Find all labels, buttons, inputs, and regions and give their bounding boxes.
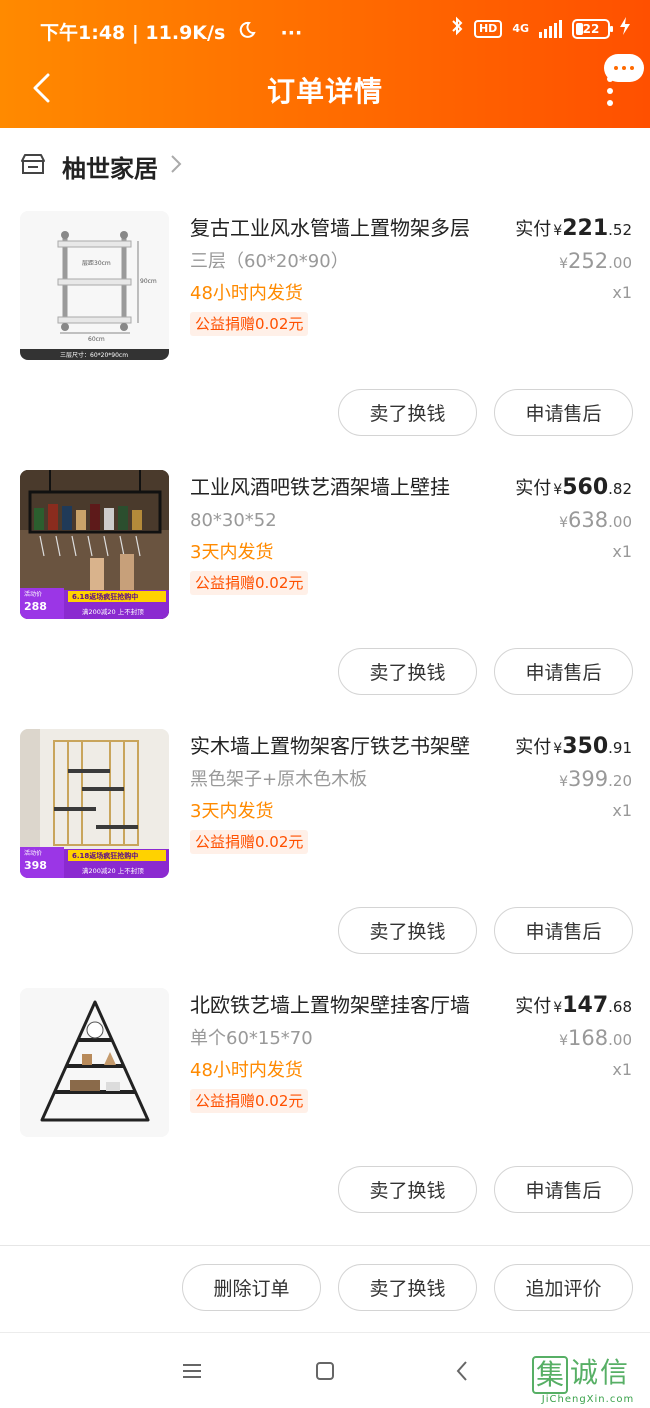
back-nav-icon[interactable] bbox=[442, 1355, 482, 1387]
network-type: 4G bbox=[512, 22, 529, 35]
paid-price: 实付 ¥560.82 bbox=[515, 475, 632, 500]
promo-banner: 6.18返场疯狂抢购中 bbox=[72, 592, 138, 601]
order-item: 活动价 288 6.18返场疯狂抢购中 满200减20 上不封顶 工业风酒吧铁艺… bbox=[0, 470, 650, 729]
promo-tag: 活动价 bbox=[24, 590, 42, 598]
product-image[interactable]: 活动价 398 6.18返场疯狂抢购中 满200减20 上不封顶 bbox=[20, 729, 169, 878]
promo-sub: 满200减20 上不封顶 bbox=[82, 607, 144, 616]
add-review-button[interactable]: 追加评价 bbox=[494, 1264, 633, 1311]
original-price: ¥252.00 bbox=[559, 249, 632, 273]
order-item: 北欧铁艺墙上置物架壁挂客厅墙 单个60*15*70 48小时内发货 公益捐赠0.… bbox=[0, 988, 650, 1247]
donation-badge: 公益捐赠0.02元 bbox=[190, 830, 309, 854]
donation-badge: 公益捐赠0.02元 bbox=[190, 312, 309, 336]
product-title[interactable]: 复古工业风水管墙上置物架多层 bbox=[190, 213, 500, 243]
shipping-time: 3天内发货 bbox=[190, 801, 274, 822]
product-sku: 三层（60*20*90） bbox=[190, 251, 349, 272]
after-sales-button[interactable]: 申请售后 bbox=[494, 907, 633, 954]
more-menu-button[interactable] bbox=[598, 74, 622, 106]
promo-tag: 活动价 bbox=[24, 849, 42, 857]
promo-price: 398 bbox=[24, 859, 47, 872]
order-action-bar: 删除订单 卖了换钱 追加评价 bbox=[0, 1246, 650, 1332]
product-sku: 黑色架子+原木色木板 bbox=[190, 769, 368, 790]
bluetooth-icon bbox=[450, 16, 464, 41]
sell-for-cash-button[interactable]: 卖了换钱 bbox=[338, 1264, 477, 1311]
status-more: ··· bbox=[280, 22, 303, 44]
product-title[interactable]: 北欧铁艺墙上置物架壁挂客厅墙 bbox=[190, 990, 500, 1020]
moon-icon bbox=[238, 21, 256, 44]
chevron-right-icon bbox=[170, 152, 182, 180]
battery-icon: 22 bbox=[572, 18, 613, 39]
shipping-time: 3天内发货 bbox=[190, 542, 274, 563]
product-image[interactable]: 活动价 288 6.18返场疯狂抢购中 满200减20 上不封顶 bbox=[20, 470, 169, 619]
sell-for-cash-button[interactable]: 卖了换钱 bbox=[338, 389, 477, 436]
status-time-speed: 下午1:48 | 11.9K/s bbox=[40, 22, 226, 44]
home-icon[interactable] bbox=[305, 1355, 345, 1387]
paid-price: 实付 ¥221.52 bbox=[515, 216, 632, 241]
charging-icon bbox=[620, 17, 630, 40]
product-title[interactable]: 实木墙上置物架客厅铁艺书架壁 bbox=[190, 731, 500, 761]
sell-for-cash-button[interactable]: 卖了换钱 bbox=[338, 907, 477, 954]
signal-icon bbox=[539, 19, 562, 38]
menu-icon[interactable] bbox=[172, 1355, 212, 1387]
shipping-time: 48小时内发货 bbox=[190, 283, 303, 304]
app-header: 下午1:48 | 11.9K/s ··· HD 4G 22 订单详情 bbox=[0, 0, 650, 128]
quantity: x1 bbox=[612, 542, 632, 561]
delete-order-button[interactable]: 删除订单 bbox=[182, 1264, 321, 1311]
promo-sub: 满200减20 上不封顶 bbox=[82, 866, 144, 875]
shop-row[interactable]: 柚世家居 bbox=[20, 146, 182, 186]
hd-badge: HD bbox=[473, 19, 503, 38]
shipping-time: 48小时内发货 bbox=[190, 1060, 303, 1081]
donation-badge: 公益捐赠0.02元 bbox=[190, 1089, 309, 1113]
after-sales-button[interactable]: 申请售后 bbox=[494, 389, 633, 436]
promo-price: 288 bbox=[24, 600, 47, 613]
thumb-label-width: 60cm bbox=[88, 336, 105, 343]
after-sales-button[interactable]: 申请售后 bbox=[494, 1166, 633, 1213]
promo-banner: 6.18返场疯狂抢购中 bbox=[72, 851, 138, 860]
product-sku: 单个60*15*70 bbox=[190, 1028, 313, 1049]
battery-level: 22 bbox=[582, 21, 600, 36]
watermark-logo: 集 诚 信 JiChengXin.com bbox=[532, 1356, 644, 1408]
quantity: x1 bbox=[612, 283, 632, 302]
thumb-label-spacing: 层距30cm bbox=[82, 260, 111, 267]
watermark-url: JiChengXin.com bbox=[541, 1394, 635, 1405]
sell-for-cash-button[interactable]: 卖了换钱 bbox=[338, 648, 477, 695]
quantity: x1 bbox=[612, 1060, 632, 1079]
donation-badge: 公益捐赠0.02元 bbox=[190, 571, 309, 595]
thumb-caption: 三层尺寸：60*20*90cm bbox=[60, 351, 128, 359]
order-item: 层距30cm 90cm 60cm 三层尺寸：60*20*90cm 复古工业风水管… bbox=[0, 211, 650, 470]
product-image[interactable]: 层距30cm 90cm 60cm 三层尺寸：60*20*90cm bbox=[20, 211, 169, 360]
after-sales-button[interactable]: 申请售后 bbox=[494, 648, 633, 695]
order-item: 活动价 398 6.18返场疯狂抢购中 满200减20 上不封顶 实木墙上置物架… bbox=[0, 729, 650, 988]
product-image[interactable] bbox=[20, 988, 169, 1137]
shop-name: 柚世家居 bbox=[62, 154, 158, 183]
store-icon bbox=[20, 152, 46, 180]
status-bar: 下午1:48 | 11.9K/s ··· HD 4G 22 bbox=[40, 14, 630, 48]
paid-price: 实付 ¥147.68 bbox=[515, 993, 632, 1018]
sell-for-cash-button[interactable]: 卖了换钱 bbox=[338, 1166, 477, 1213]
page-title: 订单详情 bbox=[266, 75, 383, 108]
original-price: ¥168.00 bbox=[559, 1026, 632, 1050]
quantity: x1 bbox=[612, 801, 632, 820]
original-price: ¥638.00 bbox=[559, 508, 632, 532]
paid-price: 实付 ¥350.91 bbox=[515, 734, 632, 759]
product-title[interactable]: 工业风酒吧铁艺酒架墙上壁挂 bbox=[190, 472, 500, 502]
original-price: ¥399.20 bbox=[559, 767, 632, 791]
thumb-label-height: 90cm bbox=[140, 278, 157, 285]
product-sku: 80*30*52 bbox=[190, 510, 277, 531]
